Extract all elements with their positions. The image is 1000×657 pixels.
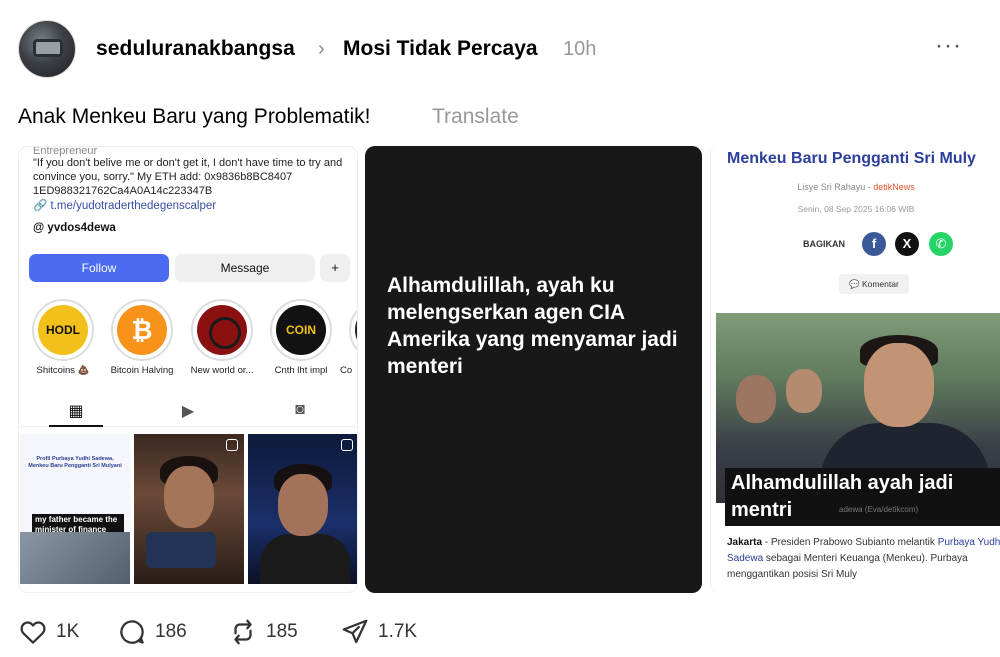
grid-post-3 xyxy=(248,434,357,584)
crowd-person xyxy=(786,369,822,413)
x-icon: X xyxy=(895,232,919,256)
profile-link-text: t.me/yudotraderthedegenscalper xyxy=(50,200,217,212)
grid-post-2 xyxy=(134,434,244,584)
facebook-icon: f xyxy=(862,232,886,256)
image-overlay-text: Alhamdulillah ayah jadi mentri xyxy=(725,468,1000,526)
body-text: - Presiden Prabowo Subianto melantik xyxy=(762,537,938,548)
highlight-label: Co xyxy=(340,365,353,376)
like-button[interactable]: 1K xyxy=(18,619,79,645)
comment-icon xyxy=(120,620,144,644)
whatsapp-icon: ✆ xyxy=(929,232,953,256)
avatar[interactable] xyxy=(18,20,76,78)
reel-icon xyxy=(226,439,238,451)
chevron-right-icon: › xyxy=(318,38,325,60)
coin-icon: COIN xyxy=(276,305,326,355)
highlight-thumb-icon xyxy=(355,305,357,355)
avatar-image xyxy=(33,39,63,57)
reply-count: 186 xyxy=(155,621,187,642)
threads-handle-text: yvdos4dewa xyxy=(47,222,116,234)
threads-handle: @ yvdos4dewa xyxy=(33,222,116,234)
share-count: 1.7K xyxy=(378,621,418,642)
author-name: Lisye Sri Rahayu xyxy=(797,182,866,192)
profile-bio: "If you don't belive me or don't get it,… xyxy=(33,157,343,197)
article-author: Lisye Sri Rahayu - detikNews xyxy=(797,182,915,192)
face xyxy=(278,474,328,536)
reel-icon xyxy=(341,439,353,451)
dateline: Jakarta xyxy=(727,537,763,548)
article-date: Senin, 08 Sep 2025 16:06 WIB xyxy=(797,204,915,214)
bitcoin-icon: ₿ xyxy=(117,305,167,355)
repost-count: 185 xyxy=(266,621,298,642)
share-label: BAGIKAN xyxy=(803,239,845,249)
highlight-label: Cnth lht impl xyxy=(274,365,328,376)
profile-link: 🔗 t.me/yudotraderthedegenscalper xyxy=(33,200,217,212)
media-image-3[interactable]: Menkeu Baru Pengganti Sri Muly Lisye Sri… xyxy=(710,146,1000,593)
symbol-icon xyxy=(197,305,247,355)
highlight-label: New world or... xyxy=(190,365,254,376)
highlight-partial xyxy=(349,299,357,361)
grid-icon: ▦ xyxy=(68,403,84,420)
profile-tabs: ▦ ▶ ◙ xyxy=(19,395,357,427)
post-time: 10h xyxy=(563,38,597,60)
crowd-person xyxy=(736,375,776,423)
highlight-label: Shitcoins 💩 xyxy=(36,365,90,376)
heart-icon xyxy=(20,621,46,644)
reply-button[interactable]: 186 xyxy=(117,619,187,645)
hodl-icon: HODL xyxy=(38,305,88,355)
comment-button: 💬 Komentar xyxy=(839,274,909,294)
reels-icon: ▶ xyxy=(181,403,195,420)
highlight-label: Bitcoin Halving xyxy=(110,365,174,376)
tab-indicator xyxy=(49,425,103,427)
article-source: detikNews xyxy=(873,182,915,192)
image-text: Alhamdulillah, ayah ku melengserkan agen… xyxy=(387,274,678,378)
article-title: Menkeu Baru Pengganti Sri Muly xyxy=(727,150,976,167)
post-caption: Anak Menkeu Baru yang Problematik! xyxy=(18,105,371,128)
grid-post-1: Profil Purbaya Yudhi Sadewa, Menkeu Baru… xyxy=(20,434,130,584)
share-button[interactable]: 1.7K xyxy=(340,619,417,645)
message-button: Message xyxy=(175,254,315,282)
body-text: sebagai Menteri Keuanga (Menkeu). Purbay… xyxy=(727,553,968,580)
comment-label: Komentar xyxy=(861,279,899,289)
media-image-1[interactable]: Entrepreneur "If you don't belive me or … xyxy=(18,146,358,593)
article-body: Jakarta - Presiden Prabowo Subianto mela… xyxy=(727,535,1000,583)
tagged-icon: ◙ xyxy=(295,401,305,418)
add-user-icon: + xyxy=(320,254,350,282)
body xyxy=(260,534,350,584)
username[interactable]: seduluranakbangsa xyxy=(96,37,295,61)
thumb-photo xyxy=(20,532,130,584)
repost-icon xyxy=(234,619,252,645)
thumb-headline: Profil Purbaya Yudhi Sadewa, Menkeu Baru… xyxy=(28,456,122,469)
car xyxy=(146,532,216,568)
send-icon xyxy=(342,619,368,644)
face xyxy=(164,466,214,528)
community-name[interactable]: Mosi Tidak Percaya xyxy=(343,37,538,61)
face xyxy=(864,343,934,427)
translate-link[interactable]: Translate xyxy=(432,105,519,129)
like-count: 1K xyxy=(56,621,80,642)
more-options-icon[interactable]: ··· xyxy=(935,32,962,60)
repost-button[interactable]: 185 xyxy=(228,619,298,645)
highlight-new-world xyxy=(191,299,253,361)
highlight-hodl: HODL xyxy=(32,299,94,361)
follow-button: Follow xyxy=(29,254,169,282)
photo-credit: adewa (Eva/detikcom) xyxy=(839,505,919,514)
highlight-coin: COIN xyxy=(270,299,332,361)
highlight-bitcoin: ₿ xyxy=(111,299,173,361)
media-image-2[interactable]: Alhamdulillah, ayah ku melengserkan agen… xyxy=(365,146,702,593)
